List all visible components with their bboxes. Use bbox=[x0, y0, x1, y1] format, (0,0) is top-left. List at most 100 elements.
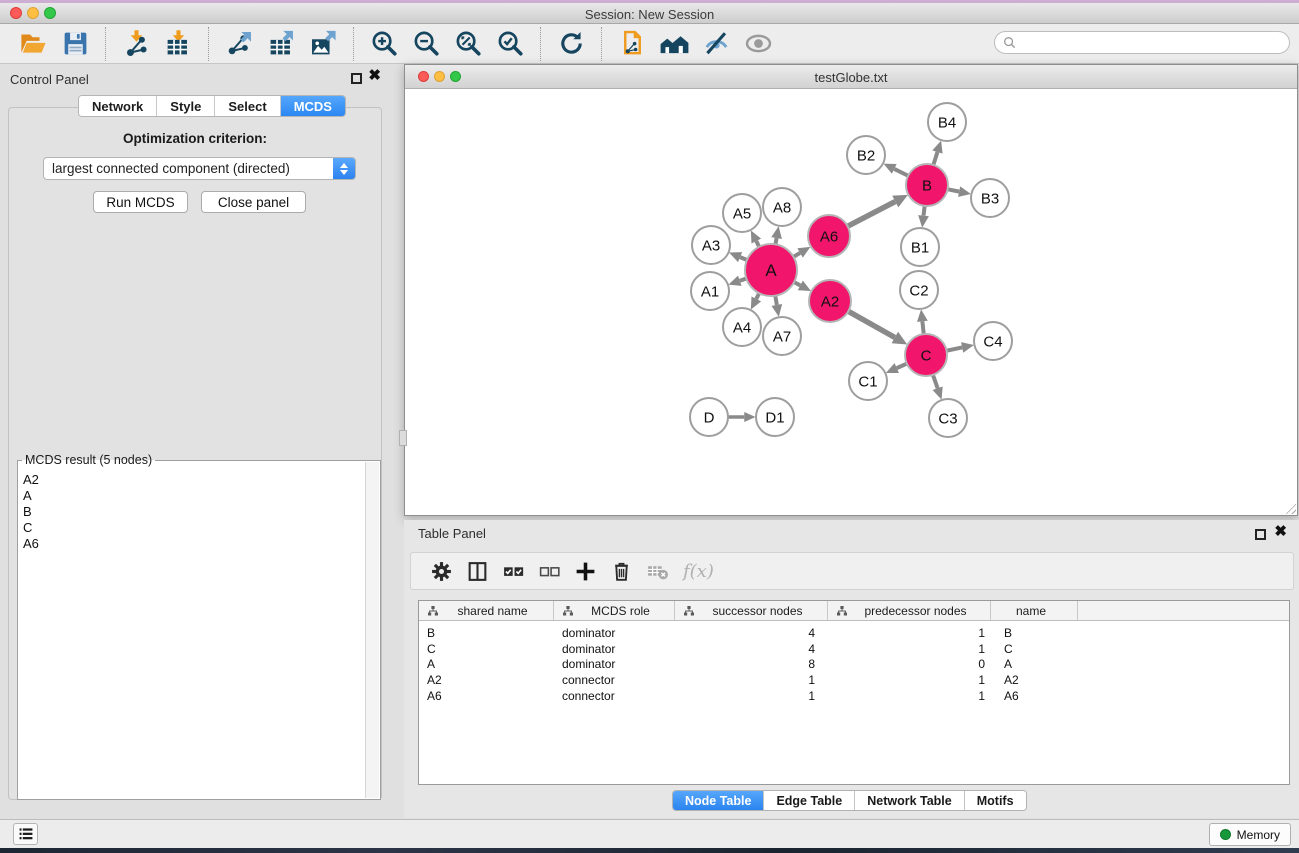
edge-A2-C[interactable] bbox=[847, 310, 908, 344]
table-cell[interactable]: B bbox=[991, 626, 1078, 640]
tab-network[interactable]: Network bbox=[79, 96, 157, 116]
delete-column-icon[interactable] bbox=[608, 558, 634, 584]
column-header-shared-name[interactable]: shared name bbox=[419, 601, 554, 620]
graph-node-A8[interactable]: A8 bbox=[763, 188, 801, 226]
graph-node-D[interactable]: D bbox=[690, 398, 728, 436]
graph-node-C2[interactable]: C2 bbox=[900, 271, 938, 309]
table-cell[interactable]: 1 bbox=[828, 626, 991, 640]
zoom-fit-icon[interactable] bbox=[453, 29, 483, 59]
table-cell[interactable]: 4 bbox=[675, 626, 828, 640]
table-cell[interactable]: 1 bbox=[828, 673, 991, 687]
graph-node-A[interactable]: A bbox=[745, 244, 797, 296]
tab-motifs[interactable]: Motifs bbox=[965, 791, 1026, 810]
table-row[interactable]: Cdominator41C bbox=[419, 641, 1289, 657]
edge-C-C4[interactable] bbox=[945, 342, 974, 353]
tab-edge-table[interactable]: Edge Table bbox=[764, 791, 855, 810]
table-cell[interactable]: A2 bbox=[419, 673, 554, 687]
status-list-button[interactable] bbox=[13, 823, 38, 845]
graph-node-C1[interactable]: C1 bbox=[849, 362, 887, 400]
table-cell[interactable]: C bbox=[419, 642, 554, 656]
table-cell[interactable]: connector bbox=[554, 673, 675, 687]
settings-gear-icon[interactable] bbox=[428, 558, 454, 584]
edge-B-B1[interactable] bbox=[918, 204, 929, 228]
column-header-name[interactable]: name bbox=[991, 601, 1078, 620]
memory-button[interactable]: Memory bbox=[1209, 823, 1291, 846]
column-header-predecessor-nodes[interactable]: predecessor nodes bbox=[828, 601, 991, 620]
table-cell[interactable]: A bbox=[419, 657, 554, 671]
graph-node-C3[interactable]: C3 bbox=[929, 399, 967, 437]
table-cell[interactable]: 1 bbox=[675, 689, 828, 703]
column-header-successor-nodes[interactable]: successor nodes bbox=[675, 601, 828, 620]
table-panel-close-icon[interactable]: ✖ bbox=[1274, 524, 1287, 540]
optimization-criterion-select[interactable]: largest connected component (directed) bbox=[43, 157, 356, 180]
tab-node-table[interactable]: Node Table bbox=[673, 791, 764, 810]
table-cell[interactable]: C bbox=[991, 642, 1078, 656]
control-panel-float-icon[interactable] bbox=[351, 73, 362, 84]
table-cell[interactable]: dominator bbox=[554, 657, 675, 671]
table-cell[interactable]: A bbox=[991, 657, 1078, 671]
zoom-in-icon[interactable] bbox=[369, 29, 399, 59]
network-window-titlebar[interactable]: testGlobe.txt bbox=[405, 65, 1297, 89]
edge-A-A7[interactable] bbox=[771, 294, 782, 317]
table-row[interactable]: A6connector11A6 bbox=[419, 688, 1289, 704]
deselect-all-checkboxes-icon[interactable] bbox=[536, 558, 562, 584]
network-canvas[interactable]: AA1A2A3A4A5A6A7A8BB1B2B3B4CC1C2C3C4DD1 bbox=[405, 89, 1297, 515]
table-cell[interactable]: A6 bbox=[419, 689, 554, 703]
graph-node-B1[interactable]: B1 bbox=[901, 228, 939, 266]
export-table-icon[interactable] bbox=[266, 29, 296, 59]
table-row[interactable]: A2connector11A2 bbox=[419, 672, 1289, 688]
graph-node-B3[interactable]: B3 bbox=[971, 179, 1009, 217]
zoom-out-icon[interactable] bbox=[411, 29, 441, 59]
export-image-icon[interactable] bbox=[308, 29, 338, 59]
show-columns-icon[interactable] bbox=[464, 558, 490, 584]
open-file-icon[interactable] bbox=[18, 29, 48, 59]
edge-D-D1[interactable] bbox=[726, 412, 756, 422]
edge-C-C2[interactable] bbox=[917, 309, 928, 336]
graph-node-C[interactable]: C bbox=[905, 334, 947, 376]
run-mcds-button[interactable]: Run MCDS bbox=[93, 191, 188, 213]
export-network-icon[interactable] bbox=[224, 29, 254, 59]
table-cell[interactable]: 1 bbox=[828, 689, 991, 703]
table-cell[interactable]: dominator bbox=[554, 626, 675, 640]
search-input[interactable] bbox=[1021, 34, 1289, 52]
graph-node-A3[interactable]: A3 bbox=[692, 226, 730, 264]
edge-C-C1[interactable] bbox=[886, 363, 909, 373]
home-view-icon[interactable] bbox=[659, 29, 689, 59]
graph-node-A1[interactable]: A1 bbox=[691, 272, 729, 310]
edge-C-C3[interactable] bbox=[932, 373, 942, 400]
tab-network-table[interactable]: Network Table bbox=[855, 791, 965, 810]
panel-splitter-handle[interactable] bbox=[399, 430, 407, 446]
table-cell[interactable]: 0 bbox=[828, 657, 991, 671]
table-cell[interactable]: 8 bbox=[675, 657, 828, 671]
edge-A-A6[interactable] bbox=[792, 247, 811, 258]
refresh-icon[interactable] bbox=[556, 29, 586, 59]
graph-node-A2[interactable]: A2 bbox=[809, 280, 851, 322]
select-all-checkboxes-icon[interactable] bbox=[500, 558, 526, 584]
table-cell[interactable]: 4 bbox=[675, 642, 828, 656]
table-cell[interactable]: connector bbox=[554, 689, 675, 703]
delete-table-icon[interactable] bbox=[644, 558, 670, 584]
table-cell[interactable]: A6 bbox=[991, 689, 1078, 703]
graph-node-A6[interactable]: A6 bbox=[808, 215, 850, 257]
graph-node-B[interactable]: B bbox=[906, 164, 948, 206]
graph-node-D1[interactable]: D1 bbox=[756, 398, 794, 436]
graph-node-A4[interactable]: A4 bbox=[723, 308, 761, 346]
graph-node-C4[interactable]: C4 bbox=[974, 322, 1012, 360]
tab-style[interactable]: Style bbox=[157, 96, 215, 116]
function-builder-icon[interactable]: f(x) bbox=[683, 561, 714, 582]
clone-network-icon[interactable] bbox=[617, 29, 647, 59]
edge-B-B3[interactable] bbox=[946, 186, 971, 197]
table-cell[interactable]: A2 bbox=[991, 673, 1078, 687]
table-cell[interactable]: 1 bbox=[828, 642, 991, 656]
zoom-selected-icon[interactable] bbox=[495, 29, 525, 59]
graph-node-B2[interactable]: B2 bbox=[847, 136, 885, 174]
import-network-icon[interactable] bbox=[121, 29, 151, 59]
mcds-result-scrollbar[interactable] bbox=[365, 462, 379, 798]
control-panel-close-icon[interactable]: ✖ bbox=[368, 68, 381, 84]
table-cell[interactable]: dominator bbox=[554, 642, 675, 656]
graph-node-A5[interactable]: A5 bbox=[723, 194, 761, 232]
hide-graphics-details-icon[interactable] bbox=[701, 29, 731, 59]
edge-B-B2[interactable] bbox=[883, 164, 909, 177]
search-box[interactable] bbox=[994, 31, 1290, 54]
tab-mcds[interactable]: MCDS bbox=[281, 96, 345, 116]
